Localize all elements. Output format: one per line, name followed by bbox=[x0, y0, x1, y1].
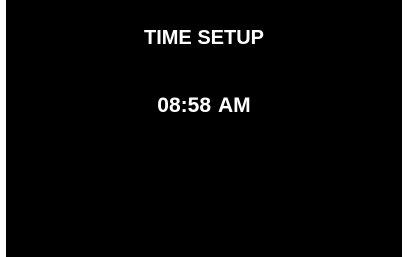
time-readout: 08:58 AM bbox=[6, 94, 402, 118]
time-value: 08:58 bbox=[157, 94, 212, 117]
screen-title: TIME SETUP bbox=[143, 27, 264, 49]
time-period: AM bbox=[218, 94, 251, 117]
display-screen: TIME SETUP 08:58 AM bbox=[6, 0, 402, 257]
